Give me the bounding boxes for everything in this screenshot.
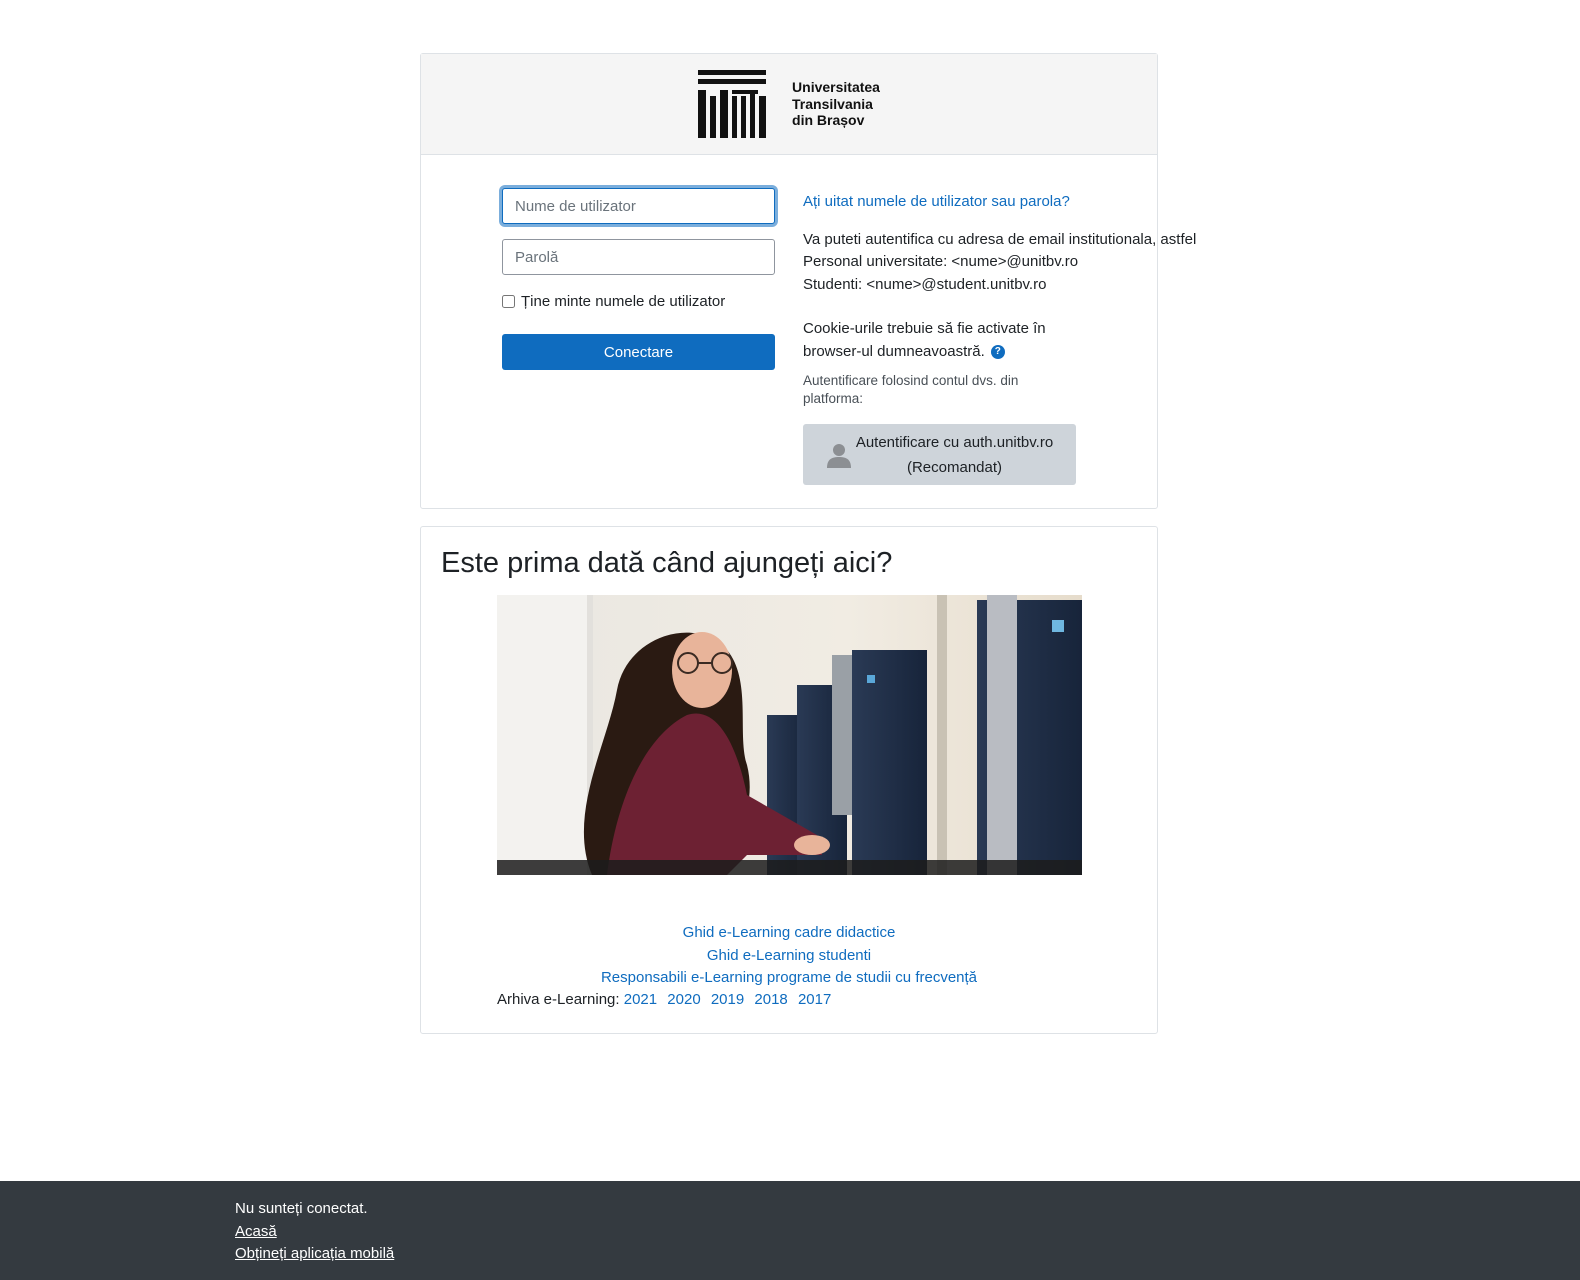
archive-year-link[interactable]: 2021 xyxy=(624,991,657,1008)
forgot-password-link[interactable]: Ați uitat numele de utilizator sau parol… xyxy=(803,193,1070,210)
archive: Arhiva e-Learning: 2021 2020 2019 2018 2… xyxy=(497,989,837,1012)
first-time-title: Este prima dată când ajungeți aici? xyxy=(441,547,893,579)
sso-button-line1: Autentificare cu auth.unitbv.ro xyxy=(855,433,1054,451)
login-card: Universitatea Transilvania din Brașov Ți… xyxy=(420,53,1196,509)
guide-links: Ghid e-Learning cadre didactice Ghid e-L… xyxy=(421,922,1157,990)
login-status: Nu sunteți conectat. xyxy=(235,1200,368,1217)
user-silhouette-icon xyxy=(826,443,851,468)
student-photo xyxy=(497,595,1082,875)
card-header: Universitatea Transilvania din Brașov xyxy=(421,54,1157,155)
login-info: Ați uitat numele de utilizator sau parol… xyxy=(803,191,1213,485)
sso-intro: Autentificare folosind contul dvs. din p… xyxy=(803,373,1019,406)
archive-year-link[interactable]: 2020 xyxy=(667,991,700,1008)
guide-students-link[interactable]: Ghid e-Learning studenti xyxy=(421,945,1157,968)
cookies-notice: Cookie-urile trebuie să fie activate în … xyxy=(803,318,1213,363)
footer-content: Nu sunteți conectat. Acasă Obțineți apli… xyxy=(235,1198,394,1266)
remember-username-label: Ține minte numele de utilizator xyxy=(521,293,726,310)
cookies-line: Cookie-urile trebuie să fie activate în xyxy=(803,320,1046,337)
archive-year-link[interactable]: 2019 xyxy=(711,991,744,1008)
university-logo[interactable]: Universitatea Transilvania din Brașov xyxy=(698,70,880,138)
question-circle-icon[interactable]: ? xyxy=(990,344,1005,359)
cookies-line: browser-ul dumneavoastră. xyxy=(803,342,985,360)
mobile-app-link[interactable]: Obțineți aplicația mobilă xyxy=(235,1243,394,1266)
username-input[interactable] xyxy=(502,188,775,224)
remember-username[interactable]: Ține minte numele de utilizator xyxy=(502,293,775,310)
login-form: Ține minte numele de utilizator Conectar… xyxy=(502,188,775,370)
first-time-card: Este prima dată când ajungeți aici? Ghid… xyxy=(420,526,1158,1034)
sso-button-text: Autentificare cu auth.unitbv.ro (Recoman… xyxy=(856,430,1053,480)
logo-text: Universitatea Transilvania din Brașov xyxy=(792,79,880,129)
sso-login-button[interactable]: Autentificare cu auth.unitbv.ro (Recoman… xyxy=(803,424,1076,485)
page-footer: Nu sunteți conectat. Acasă Obțineți apli… xyxy=(0,1181,1580,1280)
archive-year-link[interactable]: 2018 xyxy=(754,991,787,1008)
password-input[interactable] xyxy=(502,239,775,275)
student-photo-image xyxy=(497,595,1082,875)
home-link[interactable]: Acasă xyxy=(235,1221,394,1244)
instructions: Va puteti autentifica cu adresa de email… xyxy=(803,229,1213,297)
responsible-programs-link[interactable]: Responsabili e-Learning programe de stud… xyxy=(421,967,1157,990)
sso-button-line2: (Recomandat) xyxy=(906,458,1003,476)
logo-line: din Brașov xyxy=(792,112,865,129)
login-button[interactable]: Conectare xyxy=(502,334,775,370)
instruction-line: Personal universitate: <nume>@unitbv.ro xyxy=(803,253,1079,270)
archive-year-link[interactable]: 2017 xyxy=(798,991,831,1008)
remember-username-checkbox[interactable] xyxy=(502,295,515,308)
logo-line: Transilvania xyxy=(792,95,873,112)
guide-teachers-link[interactable]: Ghid e-Learning cadre didactice xyxy=(421,922,1157,945)
instruction-line: Va puteti autentifica cu adresa de email… xyxy=(803,230,1197,248)
instruction-line: Studenti: <nume>@student.unitbv.ro xyxy=(803,275,1047,293)
university-logo-icon xyxy=(698,70,767,138)
archive-label: Arhiva e-Learning: xyxy=(497,991,620,1008)
logo-line: Universitatea xyxy=(792,79,880,96)
